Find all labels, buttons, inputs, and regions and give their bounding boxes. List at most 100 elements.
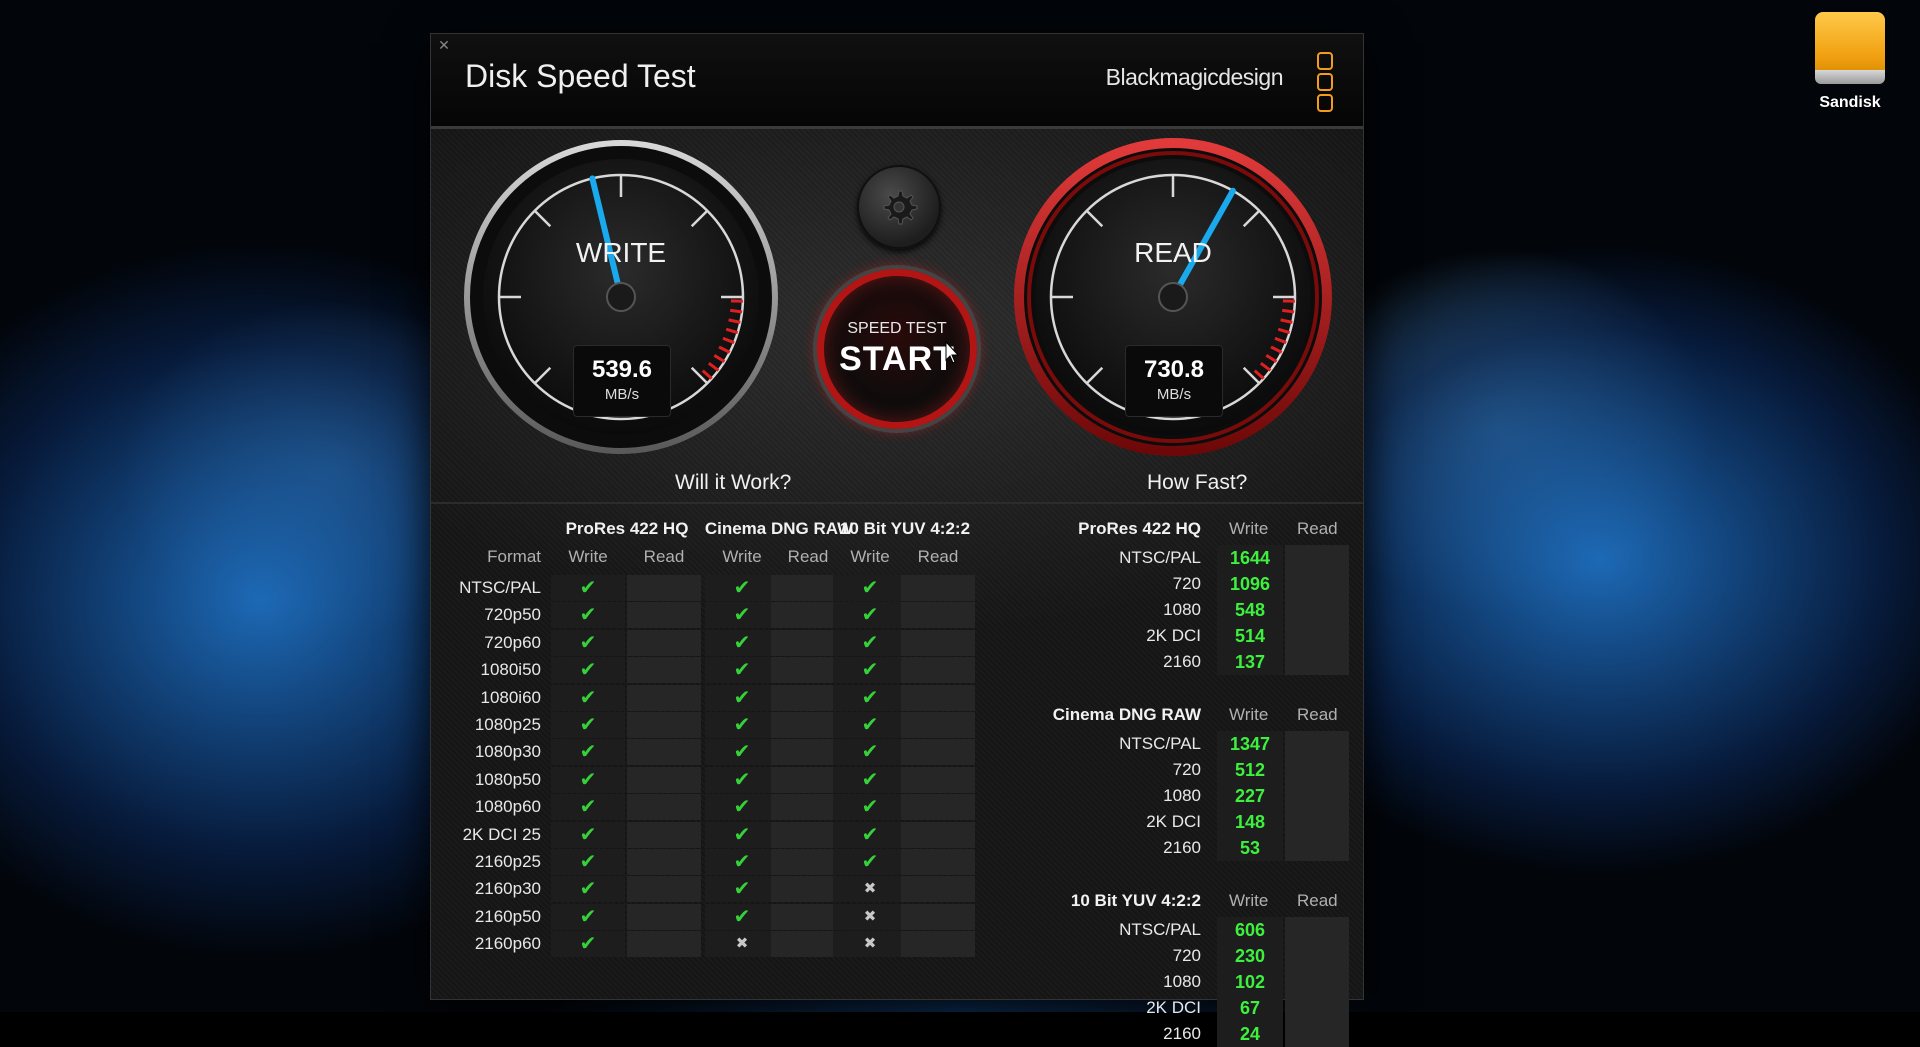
write-speed-value: 539.6 [574,356,670,384]
hf-write-value: 148 [1217,809,1283,835]
check-icon: ✔ [551,876,625,902]
check-icon: ✔ [551,904,625,930]
check-icon: ✔ [551,657,625,683]
check-icon: ✔ [833,575,907,601]
hf-row-label: NTSC/PAL [1041,917,1201,943]
check-icon: ✔ [833,712,907,738]
gauge-needle-hub [1159,283,1187,311]
wiw-read-cell [627,657,701,683]
read-gauge-label: READ [1013,237,1333,269]
wiw-read-cell [901,794,975,820]
hf-read-cell [1285,597,1349,623]
wiw-table-row: 720p50✔✔✔ [441,602,1031,628]
hf-write-value: 1644 [1217,545,1283,571]
check-icon: ✔ [551,794,625,820]
settings-button[interactable] [857,165,941,249]
hf-row-label: 2160 [1041,835,1201,861]
gauge-needle-hub [607,283,635,311]
wiw-read-cell [627,685,701,711]
hf-read-cell [1285,969,1349,995]
wiw-table-row: 2160p50✔✔✖ [441,904,1031,930]
read-value-display: 730.8 MB/s [1125,345,1223,417]
hf-read-cell [1285,757,1349,783]
wiw-read-cell [901,849,975,875]
check-icon: ✔ [833,685,907,711]
wiw-read-cell [627,849,701,875]
hf-row-label: 1080 [1041,783,1201,809]
check-icon: ✔ [833,657,907,683]
drive-label: Sandisk [1810,94,1890,112]
wiw-read-cell [901,602,975,628]
wiw-read-cell [901,931,975,957]
hf-group-header: Cinema DNG RAW [1041,705,1201,725]
read-speed-unit: MB/s [1126,386,1222,403]
check-icon: ✔ [705,767,779,793]
hf-read-cell [1285,917,1349,943]
hf-row-label: NTSC/PAL [1041,731,1201,757]
check-icon: ✔ [705,876,779,902]
wiw-read-cell [901,739,975,765]
wiw-format-header: Format [441,547,541,567]
wiw-format-label: 1080p60 [441,794,541,820]
hf-read-cell [1285,649,1349,675]
wiw-read-cell [627,739,701,765]
hf-write-header: Write [1229,705,1268,725]
wiw-table-row: 2160p60✔✖✖ [441,931,1031,957]
check-icon: ✔ [705,685,779,711]
check-icon: ✔ [551,739,625,765]
wiw-read-cell [627,931,701,957]
wiw-table-row: 1080p50✔✔✔ [441,767,1031,793]
check-icon: ✔ [551,822,625,848]
wiw-table-row: 2160p30✔✔✖ [441,876,1031,902]
disk-speed-test-window: ✕ Disk Speed Test Blackmagicdesign WRITE… [430,33,1364,1000]
wiw-format-label: NTSC/PAL [441,575,541,601]
wiw-format-label: 2160p30 [441,876,541,902]
wiw-read-cell [627,794,701,820]
hf-write-value: 230 [1217,943,1283,969]
hf-read-cell [1285,995,1349,1021]
hf-read-cell [1285,809,1349,835]
hf-read-cell [1285,1021,1349,1047]
check-icon: ✔ [551,931,625,957]
hf-write-value: 548 [1217,597,1283,623]
wiw-group-header: ProRes 422 HQ [547,519,707,539]
hf-row-label: 2160 [1041,649,1201,675]
check-icon: ✔ [551,767,625,793]
check-icon: ✔ [705,904,779,930]
read-speed-value: 730.8 [1126,356,1222,384]
wiw-format-label: 2160p25 [441,849,541,875]
desktop-drive-sandisk[interactable]: Sandisk [1810,12,1890,112]
wiw-read-cell [627,575,701,601]
wiw-table-row: 2160p25✔✔✔ [441,849,1031,875]
wiw-write-header: Write [551,547,625,567]
wiw-format-label: 720p60 [441,630,541,656]
wiw-format-label: 2160p60 [441,931,541,957]
close-icon[interactable]: ✕ [437,38,451,52]
start-button-caption: SPEED TEST [824,320,970,338]
gauge-redline-tick [730,310,742,311]
hf-write-value: 512 [1217,757,1283,783]
wiw-table-row: 1080p25✔✔✔ [441,712,1031,738]
hf-read-cell [1285,571,1349,597]
wiw-read-header: Read [901,547,975,567]
hf-group-header: ProRes 422 HQ [1041,519,1201,539]
hf-row-label: 1080 [1041,597,1201,623]
title-bar[interactable]: ✕ Disk Speed Test Blackmagicdesign [431,34,1363,129]
hf-write-value: 53 [1217,835,1283,861]
hf-read-header: Read [1297,891,1338,911]
wiw-table-row: 1080i60✔✔✔ [441,685,1031,711]
check-icon: ✔ [705,602,779,628]
hf-write-value: 606 [1217,917,1283,943]
wiw-table-row: NTSC/PAL✔✔✔ [441,575,1031,601]
wiw-write-header: Write [705,547,779,567]
blackmagic-logo-icon [1317,52,1333,115]
hf-row-label: NTSC/PAL [1041,545,1201,571]
check-icon: ✔ [705,630,779,656]
hf-row-label: 2160 [1041,1021,1201,1047]
wiw-format-label: 2160p50 [441,904,541,930]
check-icon: ✔ [705,712,779,738]
wiw-format-label: 1080p30 [441,739,541,765]
wiw-read-cell [901,767,975,793]
wiw-read-cell [627,876,701,902]
wiw-read-cell [901,630,975,656]
